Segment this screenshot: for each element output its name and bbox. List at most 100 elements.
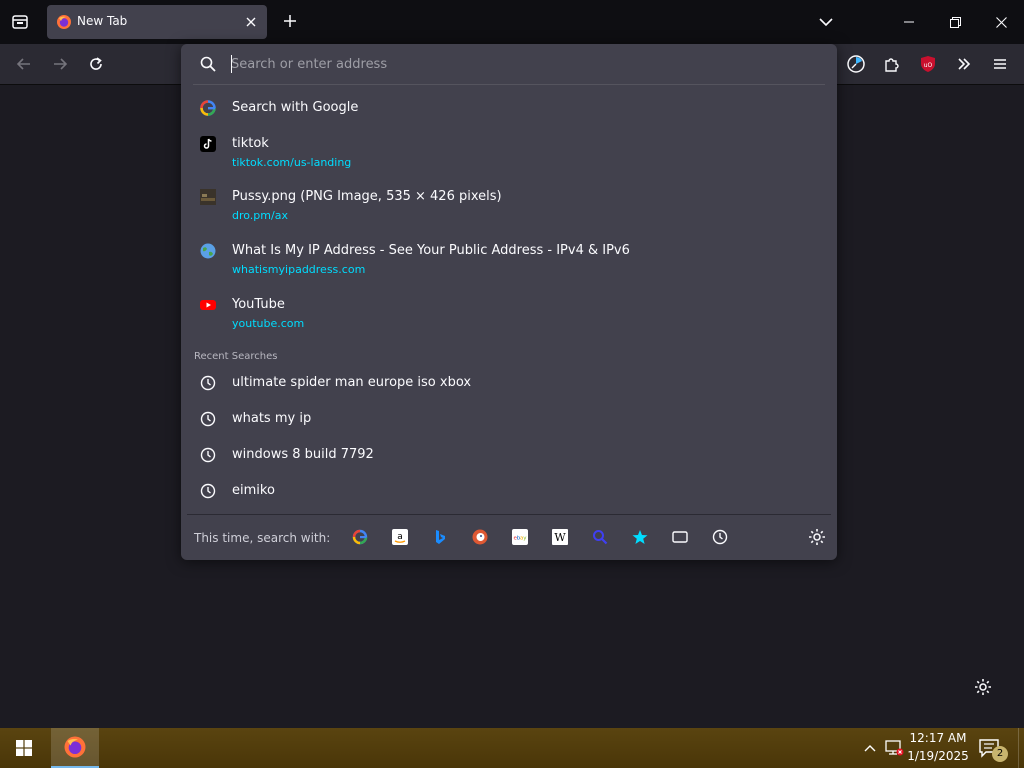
windows-logo-icon <box>16 740 32 756</box>
tab-close-button[interactable] <box>241 12 261 32</box>
wikipedia-icon: W <box>552 529 568 545</box>
gear-icon[interactable] <box>974 678 992 696</box>
recent-search-text: eimiko <box>232 483 275 498</box>
reload-icon <box>90 57 102 70</box>
divider <box>187 514 831 515</box>
minimize-button[interactable] <box>886 0 932 44</box>
history-clock-icon <box>200 411 216 427</box>
bookmarks-star-icon <box>632 530 648 544</box>
amazon-icon: a <box>392 529 408 545</box>
show-desktop-button[interactable] <box>1018 728 1024 768</box>
back-button[interactable] <box>8 48 40 80</box>
result-title: What Is My IP Address - See Your Public … <box>232 243 630 258</box>
gear-icon[interactable] <box>808 528 826 546</box>
youtube-icon <box>200 300 216 310</box>
tiktok-icon <box>200 136 216 152</box>
svg-text:uO: uO <box>924 62 933 69</box>
google-icon <box>200 100 216 116</box>
plus-icon <box>284 15 296 27</box>
tab-title: New Tab <box>77 14 128 28</box>
svg-text:a: a <box>397 532 403 542</box>
puzzle-icon <box>885 58 899 72</box>
urlbar-dropdown: Search with Google tiktok tiktok.com/us-… <box>181 44 837 560</box>
search-with-label: This time, search with: <box>194 531 331 545</box>
hamburger-icon <box>994 59 1006 69</box>
minimize-icon <box>904 21 914 23</box>
result-url: dro.pm/ax <box>232 209 288 222</box>
action-center-button[interactable]: 2 <box>978 736 1008 762</box>
recent-search-text: ultimate spider man europe iso xbox <box>232 375 472 390</box>
new-tab-button[interactable] <box>276 7 304 35</box>
globe-icon <box>200 243 216 259</box>
engine-wikipedia-button[interactable]: W <box>551 528 569 546</box>
clock-date[interactable]: 1/19/2025 <box>905 749 971 763</box>
image-thumbnail-icon <box>200 189 216 205</box>
recent-searches-label: Recent Searches <box>194 351 278 362</box>
taskbar: 12:17 AM 1/19/2025 2 <box>0 728 1024 768</box>
result-url: whatismyipaddress.com <box>232 263 366 276</box>
show-hidden-icons-button[interactable] <box>860 738 880 758</box>
result-title: tiktok <box>232 136 269 151</box>
result-title: YouTube <box>232 297 285 312</box>
engine-duckduckgo-button[interactable] <box>471 528 489 546</box>
network-icon[interactable] <box>884 738 906 758</box>
urlbar-input-row <box>181 44 837 84</box>
bing-icon <box>436 530 445 544</box>
chevron-up-icon <box>864 745 876 752</box>
divider <box>193 84 825 85</box>
firefox-view-icon <box>12 15 28 29</box>
arrow-right-icon <box>54 58 68 70</box>
close-icon <box>246 17 256 27</box>
ublock-shield-icon: uO <box>921 56 935 72</box>
engine-search-button[interactable] <box>591 528 609 546</box>
start-button[interactable] <box>0 728 48 768</box>
recent-search-text: windows 8 build 7792 <box>232 447 374 462</box>
history-clock-icon <box>200 447 216 463</box>
result-url: youtube.com <box>232 317 305 330</box>
restore-button[interactable] <box>932 0 978 44</box>
overflow-menu-button[interactable] <box>948 48 980 80</box>
result-title: Search with Google <box>232 100 359 115</box>
firefox-icon <box>64 736 86 758</box>
history-button[interactable] <box>711 528 729 546</box>
app-menu-button[interactable] <box>984 48 1016 80</box>
recent-search-text: whats my ip <box>232 411 312 426</box>
ebay-icon: e b a y <box>512 529 528 545</box>
chevron-down-icon <box>819 18 833 27</box>
extensions-button[interactable] <box>876 48 908 80</box>
close-icon <box>995 16 1007 28</box>
tabs-icon <box>672 531 688 543</box>
timer-extension-button[interactable] <box>840 48 872 80</box>
engine-amazon-button[interactable]: a <box>391 528 409 546</box>
result-url: tiktok.com/us-landing <box>232 156 352 169</box>
engine-google-button[interactable] <box>351 528 369 546</box>
engine-bing-button[interactable] <box>431 528 449 546</box>
bookmarks-button[interactable] <box>631 528 649 546</box>
url-input[interactable] <box>231 53 811 75</box>
google-icon <box>352 529 368 545</box>
duckduckgo-icon <box>472 529 488 545</box>
forward-button[interactable] <box>44 48 76 80</box>
timer-icon <box>847 55 865 73</box>
engine-ebay-button[interactable]: e b a y <box>511 528 529 546</box>
notification-count-badge: 2 <box>992 746 1008 762</box>
firefox-icon <box>57 15 71 29</box>
ublock-origin-button[interactable]: uO <box>912 48 944 80</box>
history-clock-icon <box>200 483 216 499</box>
tab-new-tab[interactable]: New Tab <box>47 5 267 39</box>
list-all-tabs-button[interactable] <box>812 8 840 36</box>
taskbar-firefox-button[interactable] <box>51 728 99 768</box>
firefox-view-button[interactable] <box>4 6 36 38</box>
svg-text:W: W <box>554 531 566 544</box>
result-title: Pussy.png (PNG Image, 535 × 426 pixels) <box>232 189 502 204</box>
tabs-button[interactable] <box>671 528 689 546</box>
search-icon <box>200 56 216 72</box>
reload-button[interactable] <box>80 48 112 80</box>
title-bar: New Tab <box>0 0 1024 44</box>
history-clock-icon <box>200 375 216 391</box>
text-caret <box>231 55 232 73</box>
chevron-double-right-icon <box>958 58 971 70</box>
close-window-button[interactable] <box>978 0 1024 44</box>
restore-icon <box>949 16 961 28</box>
clock-time[interactable]: 12:17 AM <box>905 731 971 745</box>
